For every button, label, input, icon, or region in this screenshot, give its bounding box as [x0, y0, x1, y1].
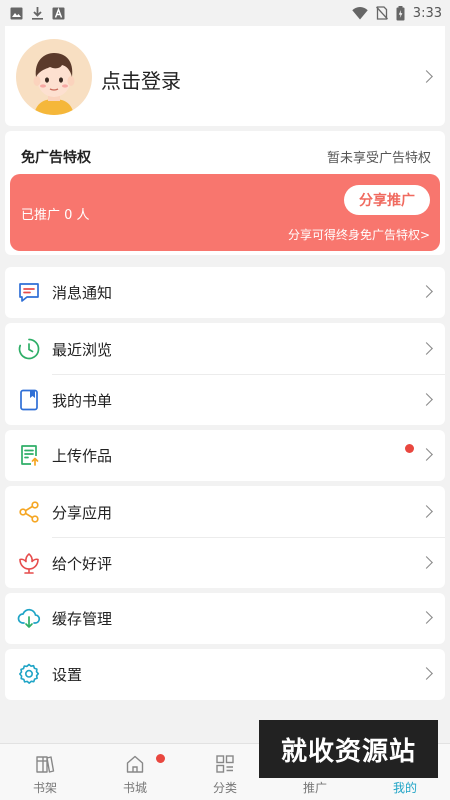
chevron-right-icon [420, 285, 433, 298]
chevron-right-icon [420, 611, 433, 624]
login-label[interactable]: 点击登录 [101, 65, 181, 94]
ad-privilege-status: 暂未享受广告特权 [326, 151, 431, 166]
bookshelf-icon [36, 756, 55, 773]
menu-item-recent[interactable]: 最近浏览 [5, 324, 445, 374]
menu-label-rate: 给个好评 [52, 555, 113, 573]
share-icon [19, 501, 39, 523]
upload-section: 上传作品 [5, 430, 445, 481]
chevron-right-icon [420, 342, 433, 355]
menu-label-upload: 上传作品 [52, 447, 113, 465]
status-time: 3:33 [412, 5, 442, 21]
browse-section: 最近浏览 我的书单 [5, 323, 445, 425]
wifi-icon [352, 6, 368, 19]
tab-bookshelf[interactable]: 书架 [0, 744, 90, 800]
message-icon [19, 283, 39, 302]
chevron-right-icon [420, 556, 433, 569]
cache-section: 缓存管理 [5, 593, 445, 644]
menu-item-settings[interactable]: 设置 [5, 649, 445, 699]
tab-label: 书架 [32, 781, 57, 795]
share-note-link[interactable]: 分享可得终身免广告特权> [288, 226, 430, 243]
home-icon [126, 755, 144, 773]
watermark: 就收资源站 [259, 720, 438, 778]
gear-icon [19, 663, 40, 684]
menu-item-share-app[interactable]: 分享应用 [5, 487, 445, 537]
tab-bookstore[interactable]: 书城 [90, 744, 180, 800]
download-icon [32, 7, 43, 20]
share-section: 分享应用 给个好评 [5, 486, 445, 588]
tab-label: 书城 [122, 781, 147, 795]
no-sim-icon [375, 6, 388, 20]
status-bar: 3:33 [0, 0, 450, 26]
upload-document-icon [21, 445, 39, 466]
battery-icon [396, 5, 405, 20]
menu-label-recent: 最近浏览 [52, 341, 113, 359]
menu-item-booklist[interactable]: 我的书单 [5, 375, 445, 425]
chevron-right-icon [420, 505, 433, 518]
promoted-count: 已推广 0 人 [21, 208, 90, 223]
status-bar-right: 3:33 [352, 5, 442, 21]
notification-dot [156, 754, 165, 763]
tab-label: 推广 [302, 781, 327, 795]
avatar[interactable] [16, 39, 92, 115]
menu-item-messages[interactable]: 消息通知 [5, 267, 445, 317]
menu-label-share-app: 分享应用 [52, 504, 113, 522]
a-icon [52, 7, 65, 19]
image-icon [10, 7, 23, 19]
settings-section: 设置 [5, 649, 445, 700]
clock-icon [18, 338, 40, 360]
chevron-right-icon [420, 448, 433, 461]
menu-item-upload[interactable]: 上传作品 [5, 430, 445, 480]
menu-label-booklist: 我的书单 [52, 392, 113, 410]
promotion-banner: 已推广 0 人 分享推广 分享可得终身免广告特权> [10, 174, 440, 251]
flower-icon [19, 553, 39, 574]
grid-icon [216, 755, 234, 773]
profile-card[interactable]: 点击登录 [5, 26, 445, 126]
menu-label-settings: 设置 [52, 666, 83, 684]
chevron-right-icon [420, 393, 433, 406]
cloud-download-icon [17, 608, 41, 628]
menu-item-cache[interactable]: 缓存管理 [5, 593, 445, 643]
tab-label: 我的 [392, 781, 417, 795]
tab-category[interactable]: 分类 [180, 744, 270, 800]
ad-privilege-title: 免广告特权 [21, 150, 91, 166]
ad-privilege-card: 免广告特权 暂未享受广告特权 已推广 0 人 分享推广 分享可得终身免广告特权> [5, 131, 445, 255]
menu-label-messages: 消息通知 [52, 284, 113, 302]
chevron-right-icon [420, 667, 433, 680]
notification-dot [405, 444, 414, 453]
share-promote-button[interactable]: 分享推广 [344, 185, 430, 215]
messages-section: 消息通知 [5, 267, 445, 318]
menu-label-cache: 缓存管理 [52, 610, 113, 628]
book-icon [20, 389, 38, 411]
status-bar-left [10, 6, 65, 20]
menu-item-rate[interactable]: 给个好评 [5, 538, 445, 588]
chevron-right-icon [420, 70, 433, 83]
tab-label: 分类 [212, 781, 237, 795]
